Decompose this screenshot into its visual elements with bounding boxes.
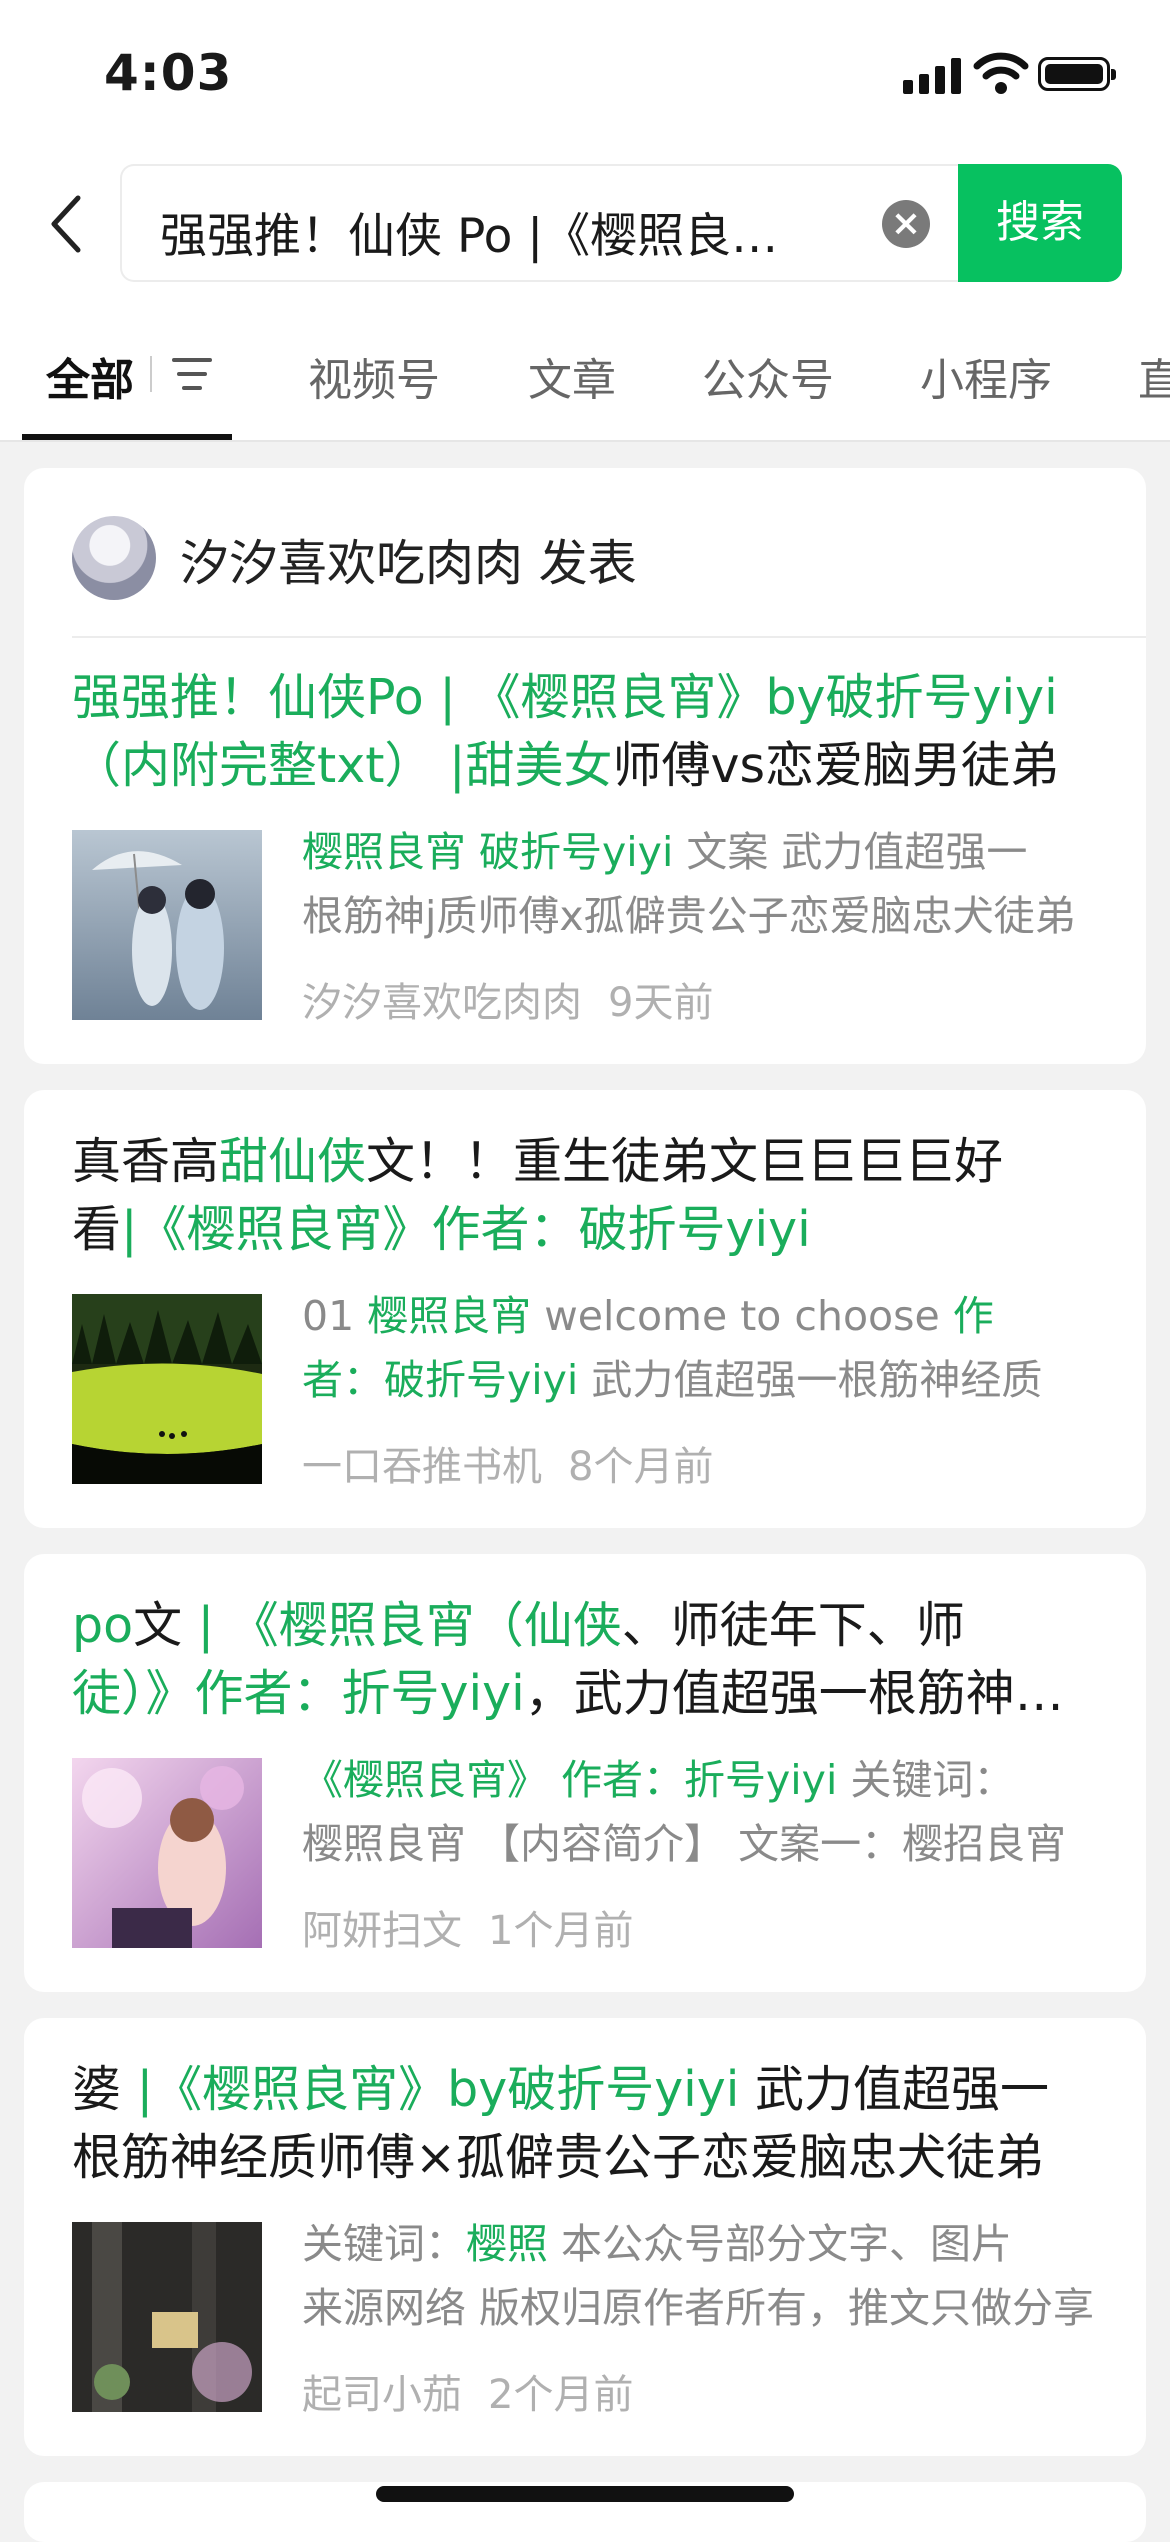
result-card[interactable]: 汐汐喜欢吃肉肉 发表 强强推！仙侠Po | 《樱照良宵》by破折号yiyi （内… (24, 468, 1146, 1064)
result-time: 8个月前 (568, 1444, 714, 1490)
result-author[interactable]: 起司小茄 (302, 2372, 462, 2418)
wifi-icon (973, 52, 1029, 94)
result-author[interactable]: 阿妍扫文 (302, 1908, 462, 1954)
status-bar: 4:03 (0, 0, 1170, 140)
tab-all[interactable]: 全部 (46, 344, 134, 408)
result-title[interactable]: po文 | 《樱照良宵（仙侠、师徒年下、师 徒）》作者：折号yiyi，武力值超强… (72, 1592, 1112, 1728)
home-indicator[interactable] (376, 2486, 794, 2502)
result-thumbnail[interactable] (72, 1758, 262, 1948)
status-time: 4:03 (104, 44, 233, 102)
search-query-text[interactable]: 强强推！仙侠 Po |《樱照良宵（仙侠、师徒年下、师徒）》 (160, 197, 800, 266)
result-title[interactable]: 婆 |《樱照良宵》by破折号yiyi 武力值超强一 根筋神经质师傅×孤僻贵公子恋… (72, 2056, 1112, 2192)
result-title[interactable]: 真香高甜仙侠文！！重生徒弟文巨巨巨巨好 看|《樱照良宵》作者：破折号yiyi (72, 1128, 1112, 1264)
search-input[interactable]: 强强推！仙侠 Po |《樱照良宵（仙侠、师徒年下、师徒）》 × (120, 164, 960, 282)
cellular-signal-icon (903, 58, 961, 94)
result-time: 2个月前 (488, 2372, 634, 2418)
result-time: 9天前 (608, 980, 714, 1026)
tab-channels[interactable]: 视频号 (308, 344, 440, 408)
avatar[interactable] (72, 516, 156, 600)
result-summary: 《樱照良宵》 作者：折号yiyi 关键词： 樱照良宵 【内容简介】 文案一：樱招… (302, 1756, 1067, 1868)
search-button[interactable]: 搜索 (958, 164, 1122, 282)
result-meta: 汐汐喜欢吃肉肉 9天前 (302, 970, 713, 1028)
result-author[interactable]: 汐汐喜欢吃肉肉 (302, 980, 582, 1026)
result-author[interactable]: 一口吞推书机 (302, 1444, 542, 1490)
tab-mini-programs[interactable]: 小程序 (920, 344, 1052, 408)
result-meta: 阿妍扫文 1个月前 (302, 1898, 633, 1956)
result-summary: 樱照良宵 破折号yiyi 文案 武力值超强一 根筋神j质师傅x孤僻贵公子恋爱脑忠… (302, 828, 1076, 940)
battery-icon (1038, 57, 1116, 91)
divider (72, 636, 1146, 638)
result-card[interactable]: po文 | 《樱照良宵（仙侠、师徒年下、师 徒）》作者：折号yiyi，武力值超强… (24, 1554, 1146, 1992)
result-title[interactable]: 强强推！仙侠Po | 《樱照良宵》by破折号yiyi （内附完整txt） |甜美… (72, 664, 1112, 800)
result-card[interactable]: 真香高甜仙侠文！！重生徒弟文巨巨巨巨好 看|《樱照良宵》作者：破折号yiyi 0… (24, 1090, 1146, 1528)
result-meta: 起司小茄 2个月前 (302, 2362, 633, 2420)
tab-articles[interactable]: 文章 (528, 344, 616, 408)
tab-official-accounts[interactable]: 公众号 (702, 344, 834, 408)
result-thumbnail[interactable] (72, 2222, 262, 2412)
result-summary: 关键词：樱照 本公众号部分文字、图片 来源网络 版权归原作者所有，推文只做分享 (302, 2220, 1095, 2332)
publisher-label[interactable]: 汐汐喜欢吃肉肉 发表 (180, 524, 637, 595)
tab-more[interactable]: 直 (1138, 344, 1170, 408)
result-meta: 一口吞推书机 8个月前 (302, 1434, 713, 1492)
filter-icon[interactable] (172, 358, 212, 392)
category-tabs: 全部 视频号 文章 公众号 小程序 直 (0, 300, 1170, 442)
search-header: 强强推！仙侠 Po |《樱照良宵（仙侠、师徒年下、师徒）》 × 搜索 (0, 140, 1170, 300)
back-icon[interactable] (44, 192, 92, 256)
tab-divider (150, 356, 152, 392)
clear-search-icon[interactable]: × (882, 200, 930, 248)
result-card[interactable]: 婆 |《樱照良宵》by破折号yiyi 武力值超强一 根筋神经质师傅×孤僻贵公子恋… (24, 2018, 1146, 2456)
result-thumbnail[interactable] (72, 1294, 262, 1484)
result-summary: 01 樱照良宵 welcome to choose 作 者：破折号yiyi 武力… (302, 1292, 1043, 1404)
result-time: 1个月前 (488, 1908, 634, 1954)
result-thumbnail[interactable] (72, 830, 262, 1020)
active-tab-indicator (22, 434, 232, 440)
